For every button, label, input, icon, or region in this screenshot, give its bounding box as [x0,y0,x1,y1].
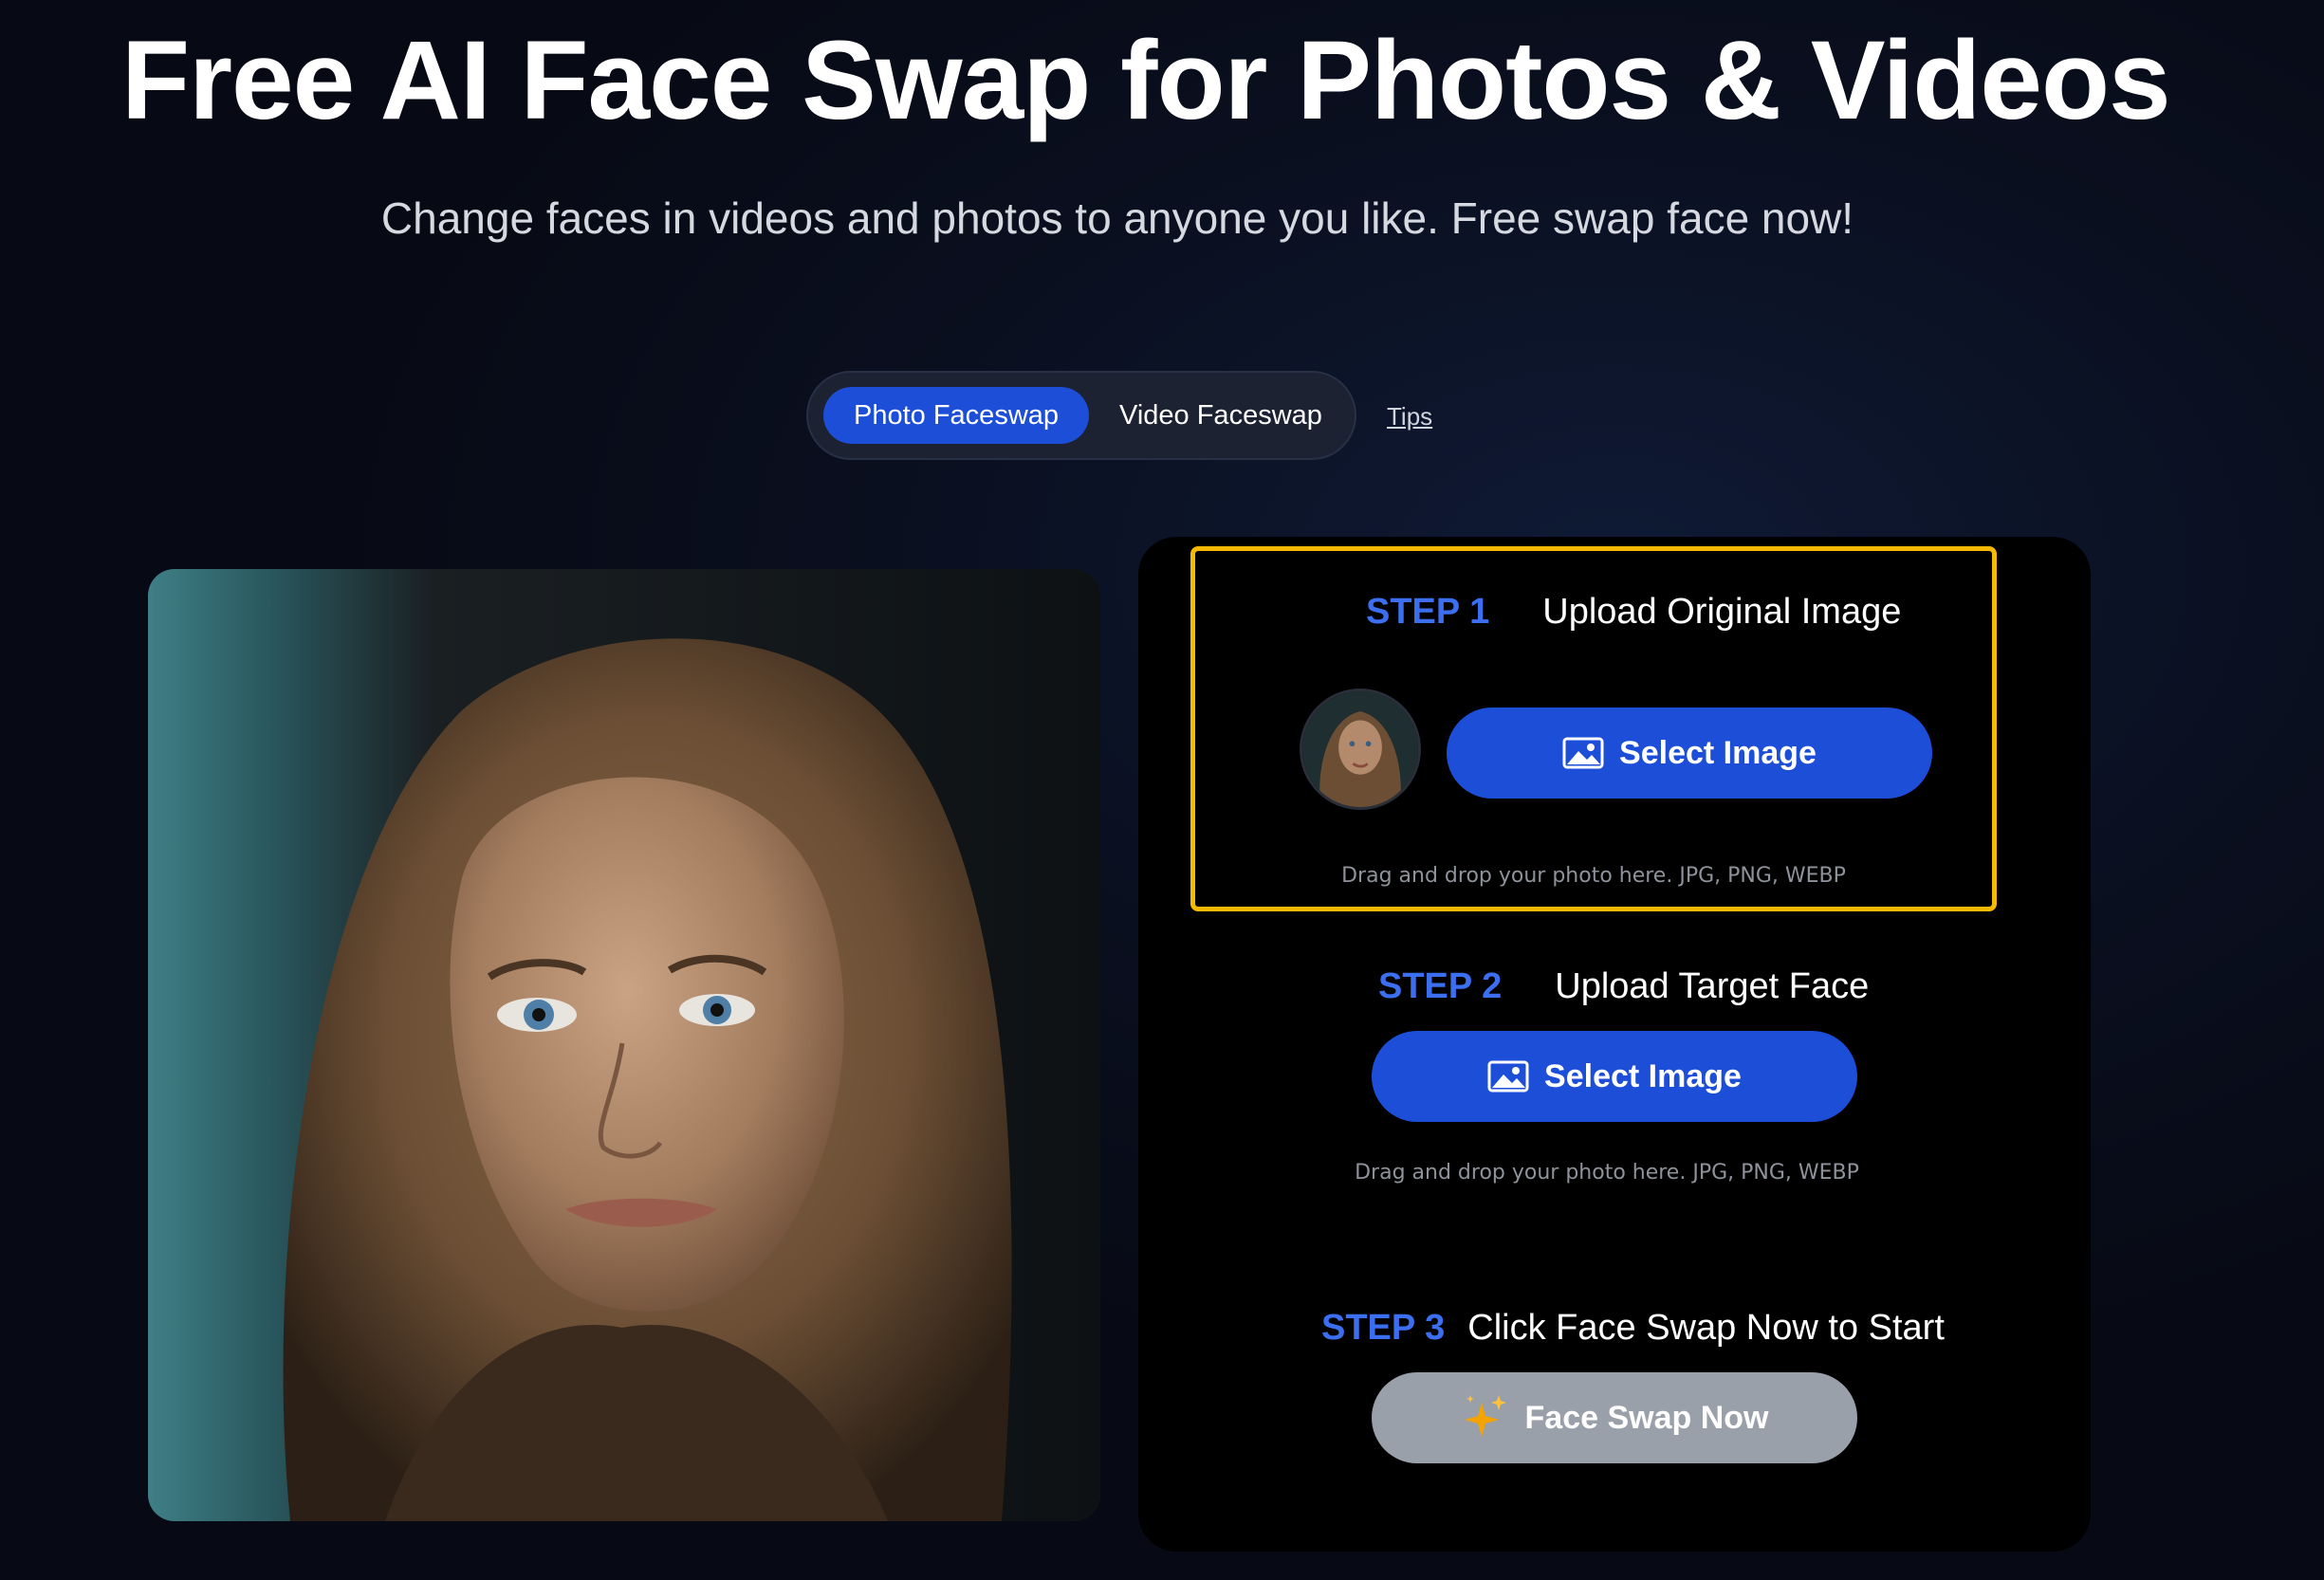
thumbnail-illustration [1302,691,1418,807]
step1-title: Upload Original Image [1542,592,1902,632]
step1-highlight-box: STEP 1 Upload Original Image Select Image… [1190,546,1997,911]
step2-heading: STEP 2 Upload Target Face [1378,964,1869,1009]
step2-title: Upload Target Face [1555,966,1870,1006]
step1-select-image-label: Select Image [1619,734,1817,771]
step3-number: STEP 3 [1321,1308,1446,1348]
step2-hint: Drag and drop your photo here. JPG, PNG,… [1355,1161,1859,1185]
step1-heading: STEP 1 Upload Original Image [1366,589,1901,634]
step2-number: STEP 2 [1378,966,1503,1006]
page-subtitle: Change faces in videos and photos to any… [380,193,1854,243]
portrait-illustration [148,569,1100,1521]
mode-switch: Photo Faceswap Video Faceswap [806,371,1356,460]
faceswap-panel: STEP 1 Upload Original Image Select Image… [1138,537,2091,1552]
step2-select-image-label: Select Image [1544,1057,1742,1094]
tab-video-faceswap[interactable]: Video Faceswap [1089,387,1353,444]
face-swap-now-button[interactable]: Face Swap Now [1372,1372,1857,1463]
step1-select-image-button[interactable]: Select Image [1447,707,1932,799]
face-swap-now-label: Face Swap Now [1524,1399,1769,1436]
step2-select-image-button[interactable]: Select Image [1372,1031,1857,1122]
page-title: Free AI Face Swap for Photos & Videos [121,18,2171,143]
tab-photo-faceswap[interactable]: Photo Faceswap [823,387,1090,444]
tips-link[interactable]: Tips [1387,402,1432,432]
image-icon [1487,1060,1529,1093]
uploaded-original-thumbnail [1300,689,1421,810]
step3-title: Click Face Swap Now to Start [1467,1308,1945,1348]
image-icon [1562,737,1604,769]
step1-number: STEP 1 [1366,592,1490,632]
step1-hint: Drag and drop your photo here. JPG, PNG,… [1341,864,1846,888]
step3-heading: STEP 3 Click Face Swap Now to Start [1321,1305,1945,1350]
sparkle-icon [1464,1395,1506,1437]
sample-portrait-image [148,569,1100,1521]
